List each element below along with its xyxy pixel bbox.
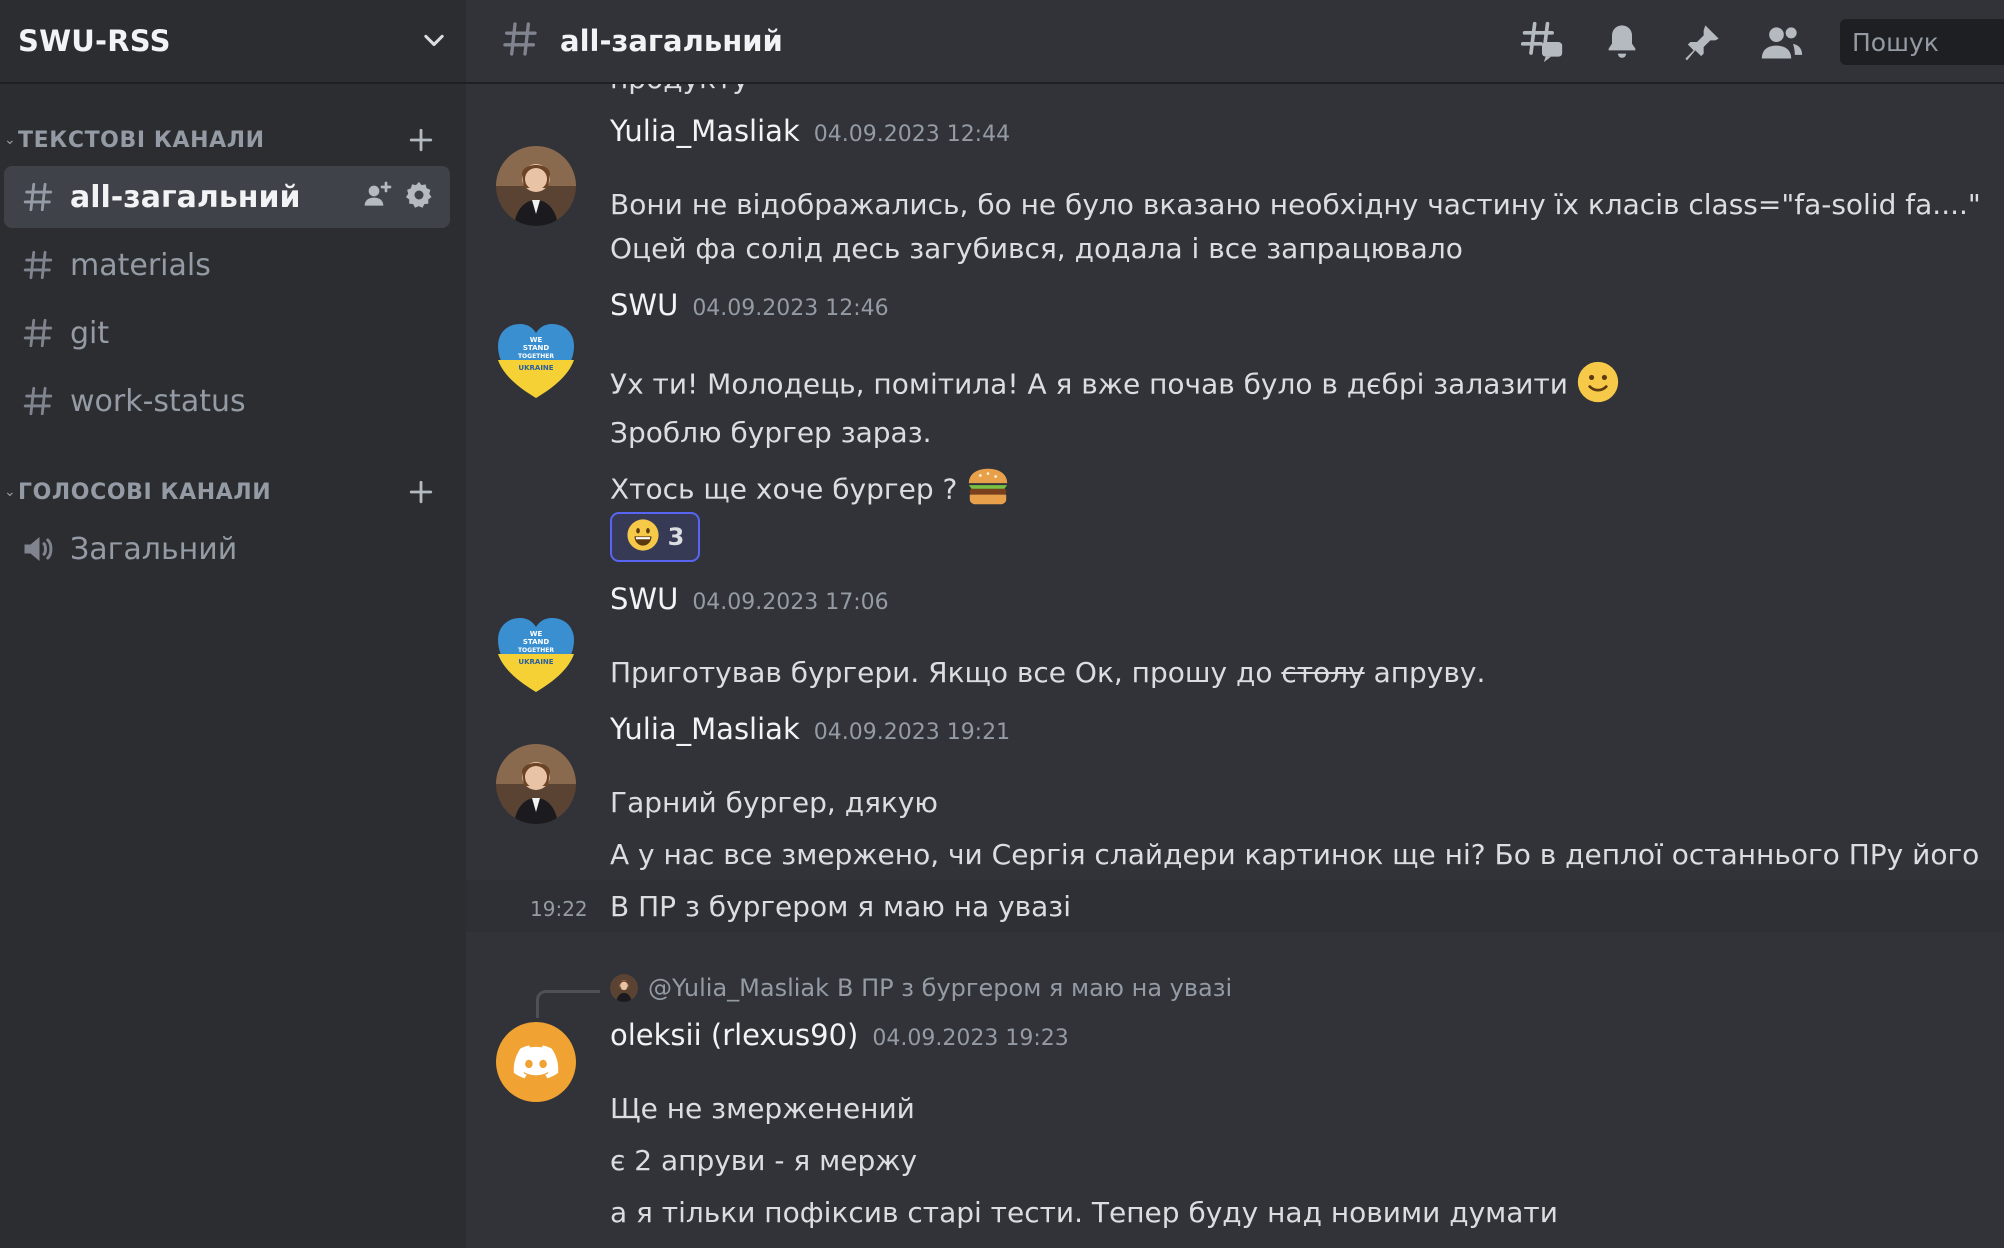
message-text: Вони не відображались, бо не було вказан…	[610, 188, 1981, 221]
message-text: Гарний бургер, дякую	[610, 786, 938, 819]
hash-icon	[18, 177, 58, 217]
slightly-smiling-emoji-icon	[1576, 360, 1620, 411]
add-channel-icon[interactable]	[406, 477, 436, 507]
message-list[interactable]: продукту Yulia_Masliak 04.09.2023 12:44 …	[466, 84, 2004, 1248]
channel-materials[interactable]: materials	[4, 234, 450, 296]
channel-sidebar: SWU-RSS ⌄ ТЕКСТОВІ КАНАЛИ all-загальний	[0, 0, 466, 1248]
message-text: продукту	[610, 84, 749, 95]
reply-mention[interactable]: @Yulia_Masliak	[648, 974, 829, 1002]
avatar[interactable]	[496, 744, 576, 824]
message-text: Ух ти! Молодець, помітила! А я вже почав…	[610, 360, 1620, 411]
hash-icon	[18, 381, 58, 421]
message-text: Хтось ще хоче бургер ?	[610, 464, 1011, 517]
reply-connector	[536, 990, 600, 1018]
message-text-content: Приготував бургери. Якщо все Ок, прошу д…	[610, 656, 1282, 689]
message-text: Приготував бургери. Якщо все Ок, прошу д…	[610, 656, 1485, 689]
message-author[interactable]: SWU	[610, 582, 678, 616]
search-input[interactable]	[1852, 27, 2002, 57]
invite-member-icon[interactable]	[362, 179, 394, 215]
chevron-down-icon[interactable]	[420, 27, 448, 55]
message-text: В ПР з бургером я маю на увазі	[610, 890, 1071, 923]
message-text: є 2 апруви - я мержу	[610, 1144, 918, 1177]
category-text-channels[interactable]: ⌄ ТЕКСТОВІ КАНАЛИ	[0, 120, 466, 160]
svg-text:WE: WE	[530, 336, 543, 344]
category-label: ТЕКСТОВІ КАНАЛИ	[18, 127, 265, 153]
category-label: ГОЛОСОВІ КАНАЛИ	[18, 479, 272, 505]
message-timestamp: 04.09.2023 19:23	[872, 1026, 1069, 1051]
pin-icon[interactable]	[1680, 20, 1724, 64]
channel-label: work-status	[70, 383, 246, 419]
reply-snippet: В ПР з бургером я маю на увазі	[837, 974, 1233, 1002]
bell-icon[interactable]	[1600, 20, 1644, 64]
server-header[interactable]: SWU-RSS	[0, 0, 466, 84]
svg-text:STAND: STAND	[523, 344, 550, 352]
message-timestamp: 04.09.2023 12:44	[813, 122, 1011, 147]
message-hover-timestamp: 19:22	[530, 897, 588, 921]
svg-text:TOGETHER: TOGETHER	[518, 353, 554, 360]
gear-icon[interactable]	[404, 180, 434, 214]
hash-icon	[18, 313, 58, 353]
grinning-emoji-icon	[626, 518, 660, 556]
message-author[interactable]: Yulia_Masliak	[610, 712, 800, 746]
avatar[interactable]	[496, 1022, 576, 1102]
channel-label: materials	[70, 247, 211, 283]
svg-text:UKRAINE: UKRAINE	[518, 658, 553, 666]
speaker-icon	[18, 529, 58, 569]
members-icon[interactable]	[1760, 20, 1804, 64]
channel-label: git	[70, 315, 110, 351]
message-author[interactable]: SWU	[610, 288, 678, 322]
channel-label: Загальний	[70, 531, 238, 567]
svg-text:WE: WE	[530, 630, 543, 638]
channel-label: all-загальний	[70, 179, 301, 215]
message-timestamp: 04.09.2023 19:21	[813, 720, 1011, 745]
avatar[interactable]: WE STAND TOGETHER UKRAINE	[496, 614, 576, 694]
hash-icon	[500, 19, 540, 63]
message-text-content: Хтось ще хоче бургер ?	[610, 472, 958, 506]
avatar[interactable]	[496, 146, 576, 226]
message-text-content: апруву.	[1364, 656, 1486, 689]
hamburger-emoji-icon	[965, 464, 1011, 517]
caret-down-icon: ⌄	[4, 132, 16, 148]
server-name: SWU-RSS	[18, 24, 171, 58]
reply-avatar	[610, 974, 638, 1002]
reaction-count: 3	[667, 523, 685, 551]
message-text: А у нас все змержено, чи Сергія слайдери…	[610, 838, 1990, 871]
channel-header: all-загальний	[466, 0, 2004, 84]
channel-git[interactable]: git	[4, 302, 450, 364]
reaction-button[interactable]: 3	[610, 512, 700, 562]
category-voice-channels[interactable]: ⌄ ГОЛОСОВІ КАНАЛИ	[0, 472, 466, 512]
channel-all-general[interactable]: all-загальний	[4, 166, 450, 228]
message-timestamp: 04.09.2023 12:46	[692, 296, 889, 321]
search-box[interactable]	[1840, 19, 2004, 65]
avatar[interactable]: WE STAND TOGETHER UKRAINE	[496, 320, 576, 400]
message-text-content: Ух ти! Молодець, помітила! А я вже почав…	[610, 367, 1568, 401]
message-timestamp: 04.09.2023 17:06	[692, 590, 889, 615]
channel-work-status[interactable]: work-status	[4, 370, 450, 432]
message-text: Оцей фа солід десь загубився, додала і в…	[610, 232, 1463, 265]
svg-text:UKRAINE: UKRAINE	[518, 364, 553, 372]
message-text: Ще не змерженений	[610, 1092, 915, 1125]
hash-icon	[18, 245, 58, 285]
add-channel-icon[interactable]	[406, 125, 436, 155]
svg-text:STAND: STAND	[523, 638, 550, 646]
message-text: а я тільки пофіксив старі тести. Тепер б…	[610, 1196, 1558, 1229]
discord-logo-icon	[513, 1045, 559, 1079]
channel-title: all-загальний	[560, 24, 783, 58]
voice-channel-general[interactable]: Загальний	[4, 518, 450, 580]
threads-icon[interactable]	[1520, 20, 1564, 64]
svg-text:TOGETHER: TOGETHER	[518, 647, 554, 654]
reply-reference[interactable]: @Yulia_Masliak В ПР з бургером я маю на …	[610, 974, 1232, 1002]
message-text: Зроблю бургер зараз.	[610, 416, 932, 449]
strikethrough-text: столу	[1281, 656, 1365, 689]
caret-down-icon: ⌄	[4, 484, 16, 500]
message-author[interactable]: Yulia_Masliak	[610, 114, 800, 148]
message-author[interactable]: oleksii (rlexus90)	[610, 1018, 858, 1052]
